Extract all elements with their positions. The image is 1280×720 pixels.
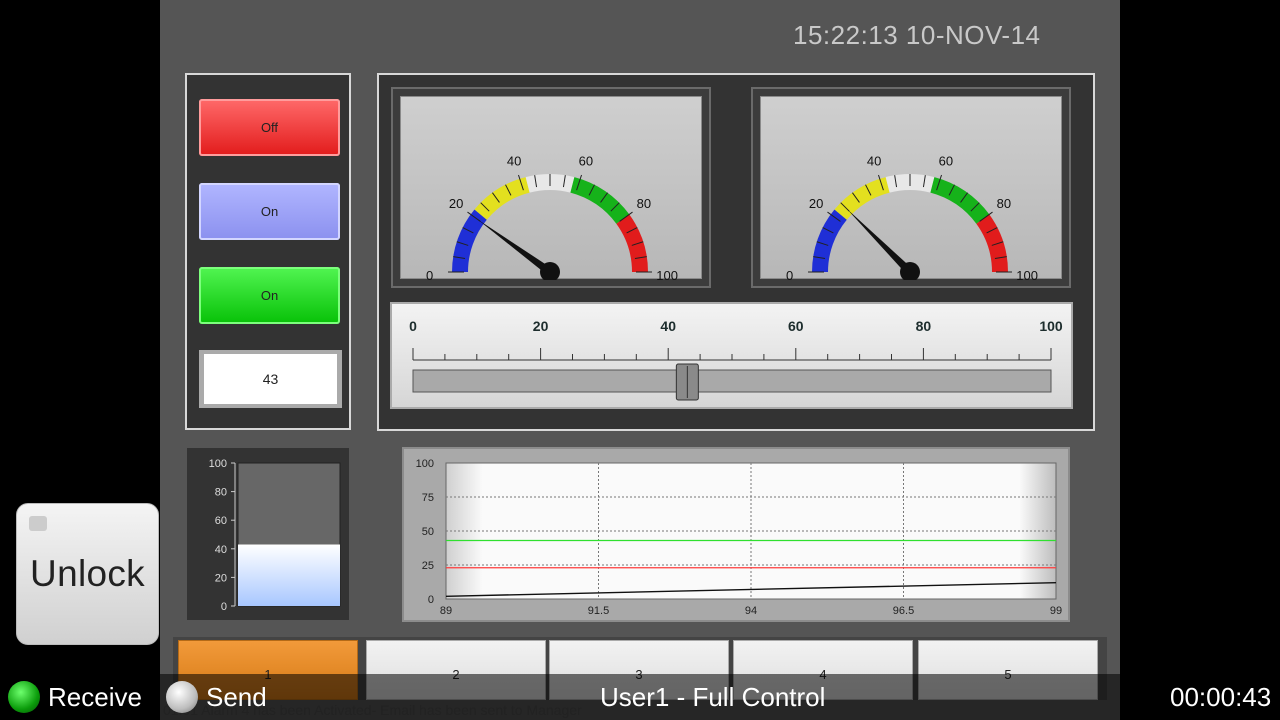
button-group: Off On On 43 xyxy=(185,73,351,430)
gauge-band-blue xyxy=(812,209,847,272)
tank-scale-label: 60 xyxy=(215,515,227,527)
gauge-band-red xyxy=(616,214,648,272)
tank-scale-label: 100 xyxy=(209,458,227,470)
gauge-band-blue xyxy=(452,209,487,272)
gauge-scale-label: 60 xyxy=(939,154,953,169)
tank-scale-label: 80 xyxy=(215,487,227,499)
gauge-scale-label: 0 xyxy=(786,268,793,280)
slider-track xyxy=(412,369,1052,393)
trend-y-label: 0 xyxy=(428,594,434,606)
gauge-needle xyxy=(477,219,553,276)
gauge-scale-label: 20 xyxy=(449,196,463,211)
send-label: Send xyxy=(206,682,267,712)
unlock-label: Unlock xyxy=(30,553,145,594)
gauge-needle xyxy=(846,208,913,275)
trend-y-label: 50 xyxy=(422,526,434,538)
trend-y-label: 100 xyxy=(416,458,434,470)
slider-scale-label: 100 xyxy=(1039,318,1063,334)
trend-x-label: 96.5 xyxy=(893,605,914,617)
off-button[interactable]: Off xyxy=(199,99,340,156)
gauge-band-green xyxy=(570,177,630,224)
trend-chart: 100 75 50 25 0 89 91.5 94 96.5 99 xyxy=(402,447,1070,622)
gauge-scale-label: 20 xyxy=(809,196,823,211)
trend-x-label: 99 xyxy=(1050,605,1062,617)
slider-scale-label: 0 xyxy=(409,318,417,334)
receive-label: Receive xyxy=(48,682,142,712)
gauge-scale-label: 60 xyxy=(579,154,593,169)
trend-y-label: 25 xyxy=(422,560,434,572)
gauge-scale-label: 40 xyxy=(867,154,881,169)
trend-x-label: 89 xyxy=(440,605,452,617)
tank-panel: 100 80 60 40 20 0 xyxy=(185,446,351,622)
on-button-blue[interactable]: On xyxy=(199,183,340,240)
trend-x-label: 91.5 xyxy=(588,605,609,617)
on-button-green[interactable]: On xyxy=(199,267,340,324)
send-led-icon xyxy=(166,681,198,713)
gauge-left-dial: 0 20 40 60 80 100 xyxy=(426,154,678,280)
numeric-display-frame: 43 xyxy=(199,350,342,408)
gauge-scale-label: 100 xyxy=(1016,268,1038,280)
unlock-indicator-icon xyxy=(29,516,47,531)
gauge-band-green xyxy=(930,177,990,224)
tank-fill xyxy=(238,544,340,606)
gauge-scale-label: 80 xyxy=(997,196,1011,211)
slider-scale-label: 60 xyxy=(788,318,804,334)
gauge-scale-label: 80 xyxy=(637,196,651,211)
unlock-button[interactable]: Unlock xyxy=(16,503,159,645)
slider-scale-label: 20 xyxy=(533,318,549,334)
tank-level-indicator: 100 80 60 40 20 0 xyxy=(209,458,341,613)
slider-scale-label: 40 xyxy=(660,318,676,334)
gauge-band-red xyxy=(976,214,1008,272)
tank-scale-label: 40 xyxy=(215,544,227,556)
trend-plot: 100 75 50 25 0 89 91.5 94 96.5 99 xyxy=(416,458,1062,617)
tank-scale-label: 20 xyxy=(215,572,227,584)
clock-readout: 15:22:13 10-NOV-14 xyxy=(793,20,1041,50)
slider-scale-label: 80 xyxy=(916,318,932,334)
gauge-panel: 0 20 40 60 80 100 0 20 40 60 80 100 0 20 40 60 80 100 xyxy=(377,73,1095,431)
elapsed-timer: 00:00:43 xyxy=(1170,682,1272,712)
gauge-right-dial: 0 20 40 60 80 100 xyxy=(786,154,1038,280)
trend-x-label: 94 xyxy=(745,605,757,617)
slider-control[interactable]: 0 20 40 60 80 100 xyxy=(390,302,1073,409)
gauge-scale-label: 40 xyxy=(507,154,521,169)
gauge-scale-label: 0 xyxy=(426,268,433,280)
user-status: User1 - Full Control xyxy=(600,682,826,712)
trend-y-label: 75 xyxy=(422,492,434,504)
tank-scale-label: 0 xyxy=(221,601,227,613)
receive-led-icon xyxy=(8,681,40,713)
slider-scale: 0 20 40 60 80 100 xyxy=(409,318,1063,401)
gauge-right: 0 20 40 60 80 100 xyxy=(751,87,1071,288)
gauge-left: 0 20 40 60 80 100 xyxy=(391,87,711,288)
gauge-scale-label: 100 xyxy=(656,268,678,280)
numeric-display[interactable]: 43 xyxy=(204,354,337,404)
